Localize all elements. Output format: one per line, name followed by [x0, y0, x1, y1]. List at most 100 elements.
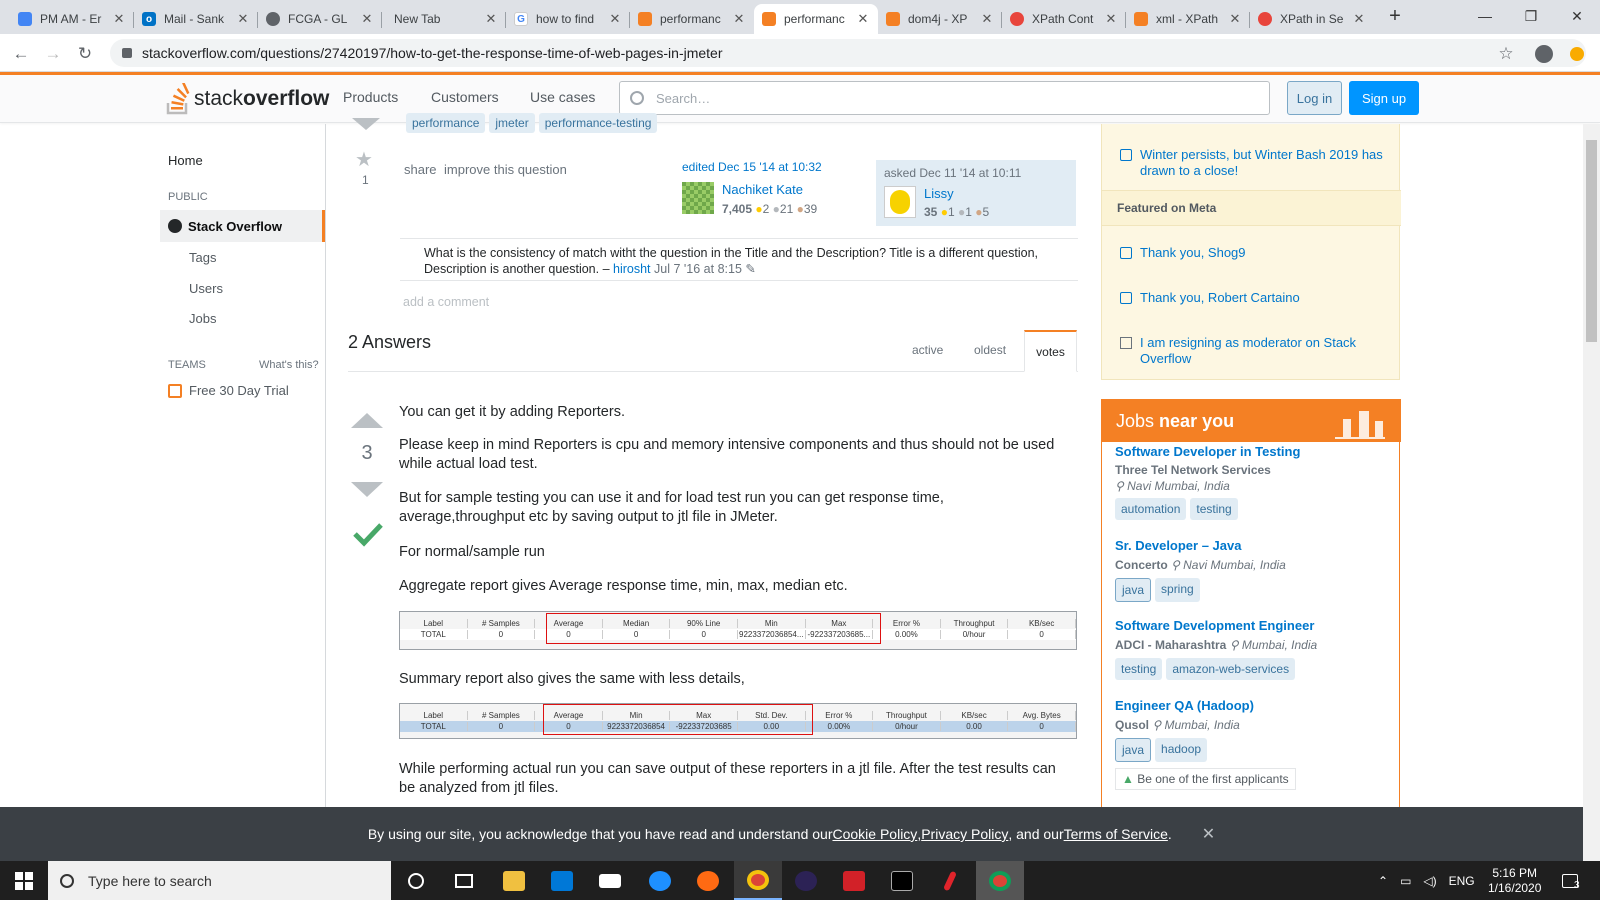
job-title[interactable]: Sr. Developer – Java	[1115, 538, 1241, 553]
profile-icon[interactable]	[1532, 42, 1556, 66]
tag-chip[interactable]: hadoop	[1155, 738, 1208, 762]
browser-tab[interactable]: o Mail - Sank ✕	[134, 4, 258, 34]
terminal-icon[interactable]	[878, 861, 926, 900]
close-icon[interactable]: ✕	[1202, 824, 1215, 844]
volume-icon[interactable]: ◁)	[1423, 874, 1436, 888]
task-view-icon[interactable]	[440, 861, 488, 900]
close-tab-icon[interactable]: ✕	[980, 11, 994, 27]
chrome-icon[interactable]	[734, 861, 782, 900]
close-tab-icon[interactable]: ✕	[236, 11, 250, 27]
tag-chip[interactable]: automation	[1115, 498, 1187, 520]
taskbar-search-input[interactable]: Type here to search	[48, 861, 391, 900]
close-tab-icon[interactable]: ✕	[1228, 11, 1242, 27]
sidebar-item-stack-overflow[interactable]: Stack Overflow	[160, 210, 325, 242]
free-trial-link[interactable]: Free 30 Day Trial	[189, 383, 289, 398]
sort-tab-oldest[interactable]: oldest	[974, 343, 1006, 357]
file-explorer-icon[interactable]	[490, 861, 538, 900]
tag-chip[interactable]: spring	[1155, 578, 1200, 602]
app-icon[interactable]	[684, 861, 732, 900]
meta-item[interactable]: Thank you, Shog9	[1120, 245, 1390, 261]
browser-tab-active[interactable]: performanc ✕	[754, 4, 878, 34]
browser-tab[interactable]: performanc ✕	[630, 4, 754, 34]
login-button[interactable]: Log in	[1287, 81, 1342, 115]
close-tab-icon[interactable]: ✕	[1104, 11, 1118, 27]
close-tab-icon[interactable]: ✕	[732, 11, 746, 27]
jmeter-icon[interactable]	[830, 861, 878, 900]
new-tab-icon[interactable]: +	[1380, 0, 1410, 32]
reload-icon[interactable]: ↻	[73, 42, 97, 66]
language-indicator[interactable]: ENG	[1449, 874, 1475, 888]
pen-icon[interactable]	[926, 861, 974, 900]
editor-avatar[interactable]	[682, 182, 714, 214]
job-title[interactable]: Software Development Engineer	[1115, 618, 1314, 633]
browser-tab[interactable]: New Tab ✕	[382, 4, 506, 34]
tag-chip[interactable]: performance-testing	[538, 113, 658, 133]
nav-customers[interactable]: Customers	[431, 89, 499, 105]
add-comment-link[interactable]: add a comment	[403, 295, 489, 309]
pencil-icon[interactable]: ✎	[745, 262, 755, 276]
sort-tab-votes[interactable]: votes	[1024, 330, 1077, 372]
chevron-up-icon[interactable]: ⌃	[1378, 874, 1388, 888]
sidebar-item-tags[interactable]: Tags	[189, 250, 216, 265]
eclipse-icon[interactable]	[782, 861, 830, 900]
browser-tab[interactable]: G how to find ✕	[506, 4, 630, 34]
favorite-star-icon[interactable]: ★	[355, 147, 373, 172]
meta-item[interactable]: I am resigning as moderator on Stack Ove…	[1120, 335, 1390, 367]
back-icon[interactable]: ←	[9, 42, 33, 66]
update-alert-icon[interactable]	[1565, 42, 1589, 66]
tag-chip[interactable]: testing	[1190, 498, 1238, 520]
sidebar-item-jobs[interactable]: Jobs	[189, 311, 216, 326]
browser-tab[interactable]: XPath in Se ✕	[1250, 4, 1374, 34]
jobs-heading[interactable]: Jobs near you	[1102, 399, 1401, 442]
browser-tab[interactable]: xml - XPath ✕	[1126, 4, 1250, 34]
asker-name[interactable]: Lissy	[924, 186, 954, 201]
close-tab-icon[interactable]: ✕	[856, 11, 870, 27]
job-title[interactable]: Engineer QA (Hadoop)	[1115, 698, 1254, 713]
asker-avatar[interactable]	[884, 186, 916, 218]
nav-use-cases[interactable]: Use cases	[530, 89, 595, 105]
url-field[interactable]: stackoverflow.com/questions/27420197/how…	[110, 39, 1586, 67]
share-link[interactable]: share	[404, 162, 437, 177]
edge-icon[interactable]	[636, 861, 684, 900]
terms-of-service-link[interactable]: Terms of Service	[1064, 826, 1168, 842]
close-tab-icon[interactable]: ✕	[112, 11, 126, 27]
notifications-icon[interactable]: 3	[1562, 861, 1580, 900]
tag-chip[interactable]: java	[1115, 578, 1152, 602]
downvote-icon[interactable]	[352, 118, 380, 130]
windows-start-icon[interactable]	[0, 861, 48, 900]
maximize-button[interactable]: ❐	[1508, 0, 1554, 32]
store-icon[interactable]	[538, 861, 586, 900]
edited-label[interactable]: edited Dec 15 '14 at 10:32	[682, 160, 872, 174]
comment-user[interactable]: hirosht	[613, 262, 651, 276]
sidebar-item-home[interactable]: Home	[168, 153, 203, 168]
signup-button[interactable]: Sign up	[1349, 81, 1419, 115]
chrome-icon[interactable]	[976, 861, 1024, 900]
sort-tab-active[interactable]: active	[912, 343, 943, 357]
browser-tab[interactable]: FCGA - GL ✕	[258, 4, 382, 34]
downvote-icon[interactable]	[351, 482, 383, 497]
whats-this-link[interactable]: What's this?	[259, 359, 319, 371]
close-tab-icon[interactable]: ✕	[360, 11, 374, 27]
close-tab-icon[interactable]: ✕	[484, 11, 498, 27]
tag-chip[interactable]: testing	[1115, 658, 1163, 680]
meta-item[interactable]: Winter persists, but Winter Bash 2019 ha…	[1120, 147, 1390, 179]
tag-chip[interactable]: amazon-web-services	[1166, 658, 1296, 680]
minimize-button[interactable]: —	[1462, 0, 1508, 32]
sidebar-item-users[interactable]: Users	[189, 281, 223, 296]
close-tab-icon[interactable]: ✕	[608, 11, 622, 27]
browser-tab[interactable]: dom4j - XP ✕	[878, 4, 1002, 34]
browser-tab[interactable]: XPath Cont ✕	[1002, 4, 1126, 34]
nav-products[interactable]: Products	[343, 89, 398, 105]
clock[interactable]: 5:16 PM 1/16/2020	[1488, 861, 1541, 900]
tag-chip[interactable]: jmeter	[489, 113, 535, 133]
network-icon[interactable]: ▭	[1400, 874, 1411, 888]
meta-item[interactable]: Thank you, Robert Cartaino	[1120, 290, 1390, 306]
tag-chip[interactable]: java	[1115, 738, 1152, 762]
cookie-policy-link[interactable]: Cookie Policy	[832, 826, 917, 842]
search-input[interactable]: Search…	[619, 81, 1270, 115]
upvote-icon[interactable]	[351, 413, 383, 428]
mail-icon[interactable]	[586, 861, 634, 900]
scrollbar-thumb[interactable]	[1586, 140, 1597, 342]
job-title[interactable]: Software Developer in Testing	[1115, 444, 1300, 459]
close-tab-icon[interactable]: ✕	[1352, 11, 1366, 27]
